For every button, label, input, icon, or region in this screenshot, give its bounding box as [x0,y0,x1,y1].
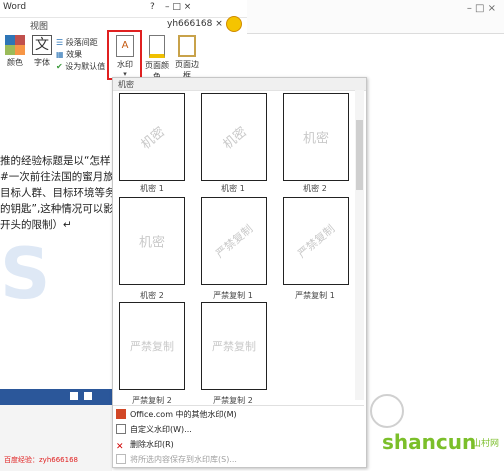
watermark-preview: 严禁复制 [295,222,338,261]
office-icon [116,409,126,419]
page-color-button[interactable]: 页面颜色 [142,35,172,82]
custom-watermark-item[interactable]: 自定义水印(W)... [116,424,192,436]
background-logo: S [0,233,51,315]
more-watermarks-item[interactable]: Office.com 中的其他水印(M) [116,409,237,421]
watermark-preview: 机密 [138,235,166,251]
effects-icon: ▦ [56,50,67,59]
doc-line: #一次前往法国的蜜月旅 [0,171,114,183]
fonts-icon: 文 [32,35,52,55]
window-controls[interactable]: – □ × [165,2,191,12]
paragraph-spacing-button[interactable]: ☰ 段落间距 [56,37,98,48]
watermark-option-label: 机密 2 [140,291,164,300]
watermark-option-label: 严禁复制 1 [213,291,253,300]
fonts-button[interactable]: 文 字体 [30,35,54,68]
background-window-controls[interactable]: – □ × [467,3,496,14]
save-to-gallery-icon [116,454,126,464]
watermark-preview: 机密 [302,131,330,147]
menu-divider [113,405,364,406]
site-logo: shancun 山村网 [368,386,500,468]
watermark-option[interactable]: 机密 [119,197,185,285]
page-color-icon [149,35,165,58]
avatar[interactable] [226,16,242,32]
logo-circle-icon [370,394,404,428]
watermark-option-label: 机密 1 [140,184,164,193]
watermark-preview: 机密 [220,124,251,153]
gallery-scrollbar-thumb[interactable] [356,120,363,190]
title-bar: Word ? – □ × [0,0,247,18]
checkmark-icon: ✔ [56,62,66,71]
user-account[interactable]: yh666168 × [167,19,223,29]
doc-line: 目标人群、目标环境等务 [0,187,116,199]
custom-watermark-icon [116,424,126,434]
help-button[interactable]: ? [150,2,155,12]
status-bar [0,389,112,405]
tab-view[interactable]: 视图 [30,19,48,32]
page-borders-button[interactable]: 页面边框 [172,35,202,81]
colors-icon [5,35,25,55]
remove-watermark-icon: ✕ [116,442,124,452]
set-default-button[interactable]: ✔ 设为默认值 [56,61,105,72]
remove-watermark-item[interactable]: ✕ 删除水印(R) [116,439,174,452]
watermark-highlight [107,30,142,80]
paragraph-spacing-icon: ☰ [56,38,66,47]
watermark-preview: 严禁复制 [212,340,256,353]
view-icon[interactable] [70,392,78,400]
watermark-preview: 严禁复制 [130,340,174,353]
watermark-option-label: 机密 2 [303,184,327,193]
window-title: Word [3,2,27,12]
watermark-option[interactable]: 机密 [283,93,349,181]
watermark-preview: 机密 [138,124,169,153]
watermark-option[interactable]: 机密 [201,93,267,181]
colors-button[interactable]: 颜色 [2,35,28,68]
background-window-toolbar: – □ × [247,0,504,34]
fonts-label: 字体 [34,58,50,67]
watermark-preview: 严禁复制 [213,222,256,261]
watermark-option[interactable]: 严禁复制 [201,197,267,285]
watermark-option[interactable]: 严禁复制 [119,302,185,390]
view-icon[interactable] [84,392,92,400]
save-to-gallery-item[interactable]: 将所选内容保存到水印库(S)... [116,454,237,466]
doc-line: 的钥匙”,这种情况可以影 [0,203,114,215]
brand-subtitle: 山村网 [472,439,500,449]
effects-button[interactable]: ▦ 效果 [56,49,82,60]
doc-line: 推的经验标题是以“怎样 [0,155,111,167]
doc-line: 开头的限制）↵ [0,219,72,231]
footer-caption: 百度经验：zyh666168 [4,456,78,464]
watermark-option[interactable]: 严禁复制 [201,302,267,390]
watermark-option[interactable]: 机密 [119,93,185,181]
gallery-header: 机密 [113,78,366,91]
colors-label: 颜色 [7,58,23,67]
brand-name: shancun [382,430,477,454]
watermark-option-label: 严禁复制 1 [295,291,335,300]
watermark-option[interactable]: 严禁复制 [283,197,349,285]
watermark-option-label: 机密 1 [221,184,245,193]
bottom-strip: 百度经验：zyh666168 [0,405,112,471]
page-borders-icon [178,35,196,57]
